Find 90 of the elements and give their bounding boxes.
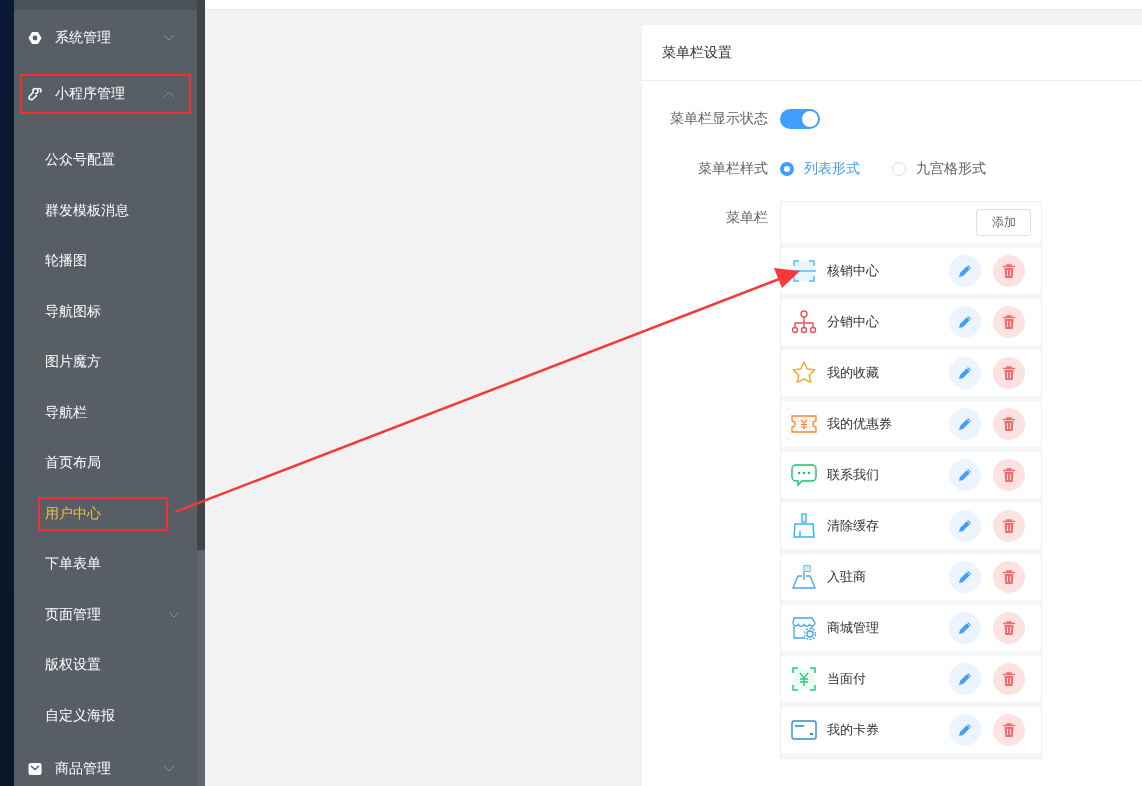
form-label: 菜单栏样式: [697, 160, 769, 178]
sidebar-item[interactable]: 轮播图: [38, 244, 168, 279]
delete-button[interactable]: [993, 408, 1025, 440]
store-gear-icon: [791, 615, 817, 641]
trash-icon: [1001, 518, 1017, 534]
menu-item-label: 当面付: [827, 670, 867, 688]
edit-button[interactable]: [949, 510, 981, 542]
sidebar-item[interactable]: 页面管理: [38, 597, 168, 632]
sidebar-item[interactable]: 导航图标: [38, 294, 168, 329]
sidebar-item[interactable]: 小程序管理: [20, 74, 191, 114]
card-title: 菜单栏设置: [662, 43, 732, 62]
trash-icon: [1001, 569, 1017, 585]
sidebar-item[interactable]: 公众号配置: [38, 143, 168, 178]
menu-item-label: 联系我们: [827, 466, 880, 484]
delete-button[interactable]: [993, 255, 1025, 287]
scan-pay-icon: [791, 666, 817, 692]
scan-icon: [791, 258, 817, 284]
delete-button[interactable]: [993, 459, 1025, 491]
edit-button[interactable]: [949, 306, 981, 338]
pencil-icon: [957, 314, 973, 330]
chevron-up-icon: [163, 90, 175, 98]
trash-icon: [1001, 467, 1017, 483]
chevron-down-icon: [163, 34, 175, 42]
sidebar-item[interactable]: 导航栏: [38, 395, 168, 430]
edit-button[interactable]: [949, 408, 981, 440]
delete-button[interactable]: [993, 510, 1025, 542]
trash-icon: [1001, 416, 1017, 432]
toggle-switch[interactable]: [780, 109, 820, 129]
delete-button[interactable]: [993, 306, 1025, 338]
trash-icon: [1001, 365, 1017, 381]
chevron-down-icon: [163, 765, 175, 773]
pencil-icon: [957, 467, 973, 483]
sidebar-item[interactable]: 系统管理: [20, 10, 191, 66]
envelope-icon: [28, 762, 42, 776]
broom-icon: [791, 513, 817, 539]
delete-button[interactable]: [993, 612, 1025, 644]
trash-icon: [1001, 722, 1017, 738]
menu-item-label: 分销中心: [827, 313, 880, 331]
sidebar-item[interactable]: 下单表单: [38, 547, 168, 582]
edit-button[interactable]: [949, 357, 981, 389]
edit-button[interactable]: [949, 561, 981, 593]
link-icon: [28, 87, 42, 101]
chevron-down-icon: [168, 610, 180, 619]
flag-icon: [791, 564, 817, 590]
menu-item-label: 商城管理: [827, 619, 880, 637]
pencil-icon: [957, 722, 973, 738]
menu-item-label: 核销中心: [827, 262, 880, 280]
pencil-icon: [957, 263, 973, 279]
add-button[interactable]: 添加: [976, 209, 1031, 236]
chat-bubble-icon: [791, 462, 817, 488]
edit-button[interactable]: [949, 255, 981, 287]
trash-icon: [1001, 620, 1017, 636]
form-label: 菜单栏: [725, 208, 769, 227]
edit-button[interactable]: [949, 612, 981, 644]
pencil-icon: [957, 620, 973, 636]
gear-icon: [28, 31, 42, 45]
menu-item-label: 我的卡券: [827, 721, 880, 739]
delete-button[interactable]: [993, 663, 1025, 695]
pencil-icon: [957, 671, 973, 687]
scrollbar[interactable]: [197, 0, 205, 786]
star-icon: [791, 360, 817, 386]
pencil-icon: [957, 518, 973, 534]
trash-icon: [1001, 314, 1017, 330]
edit-button[interactable]: [949, 663, 981, 695]
hierarchy-icon: [791, 309, 817, 335]
trash-icon: [1001, 263, 1017, 279]
radio-option[interactable]: 九宫格形式: [892, 160, 986, 178]
sidebar-item[interactable]: 自定义海报: [38, 698, 168, 733]
scrollbar-thumb[interactable]: [197, 0, 205, 550]
edit-button[interactable]: [949, 714, 981, 746]
delete-button[interactable]: [993, 561, 1025, 593]
menu-item-label: 入驻商: [827, 568, 867, 586]
form-label: 菜单栏显示状态: [669, 110, 769, 128]
pencil-icon: [957, 365, 973, 381]
trash-icon: [1001, 671, 1017, 687]
edit-button[interactable]: [949, 459, 981, 491]
sidebar-item[interactable]: 商品管理: [20, 741, 191, 786]
sidebar-item[interactable]: 群发模板消息: [38, 193, 168, 228]
delete-button[interactable]: [993, 714, 1025, 746]
sidebar-item[interactable]: 版权设置: [38, 648, 168, 683]
pencil-icon: [957, 569, 973, 585]
sidebar-item[interactable]: 首页布局: [38, 446, 168, 481]
menu-item-label: 我的优惠券: [827, 415, 893, 433]
menu-item-label: 我的收藏: [827, 364, 880, 382]
sidebar-item[interactable]: 用户中心: [38, 496, 168, 531]
menu-item-label: 清除缓存: [827, 517, 880, 535]
sidebar-item[interactable]: 图片魔方: [38, 345, 168, 380]
card-icon: [791, 717, 817, 743]
pencil-icon: [957, 416, 973, 432]
delete-button[interactable]: [993, 357, 1025, 389]
